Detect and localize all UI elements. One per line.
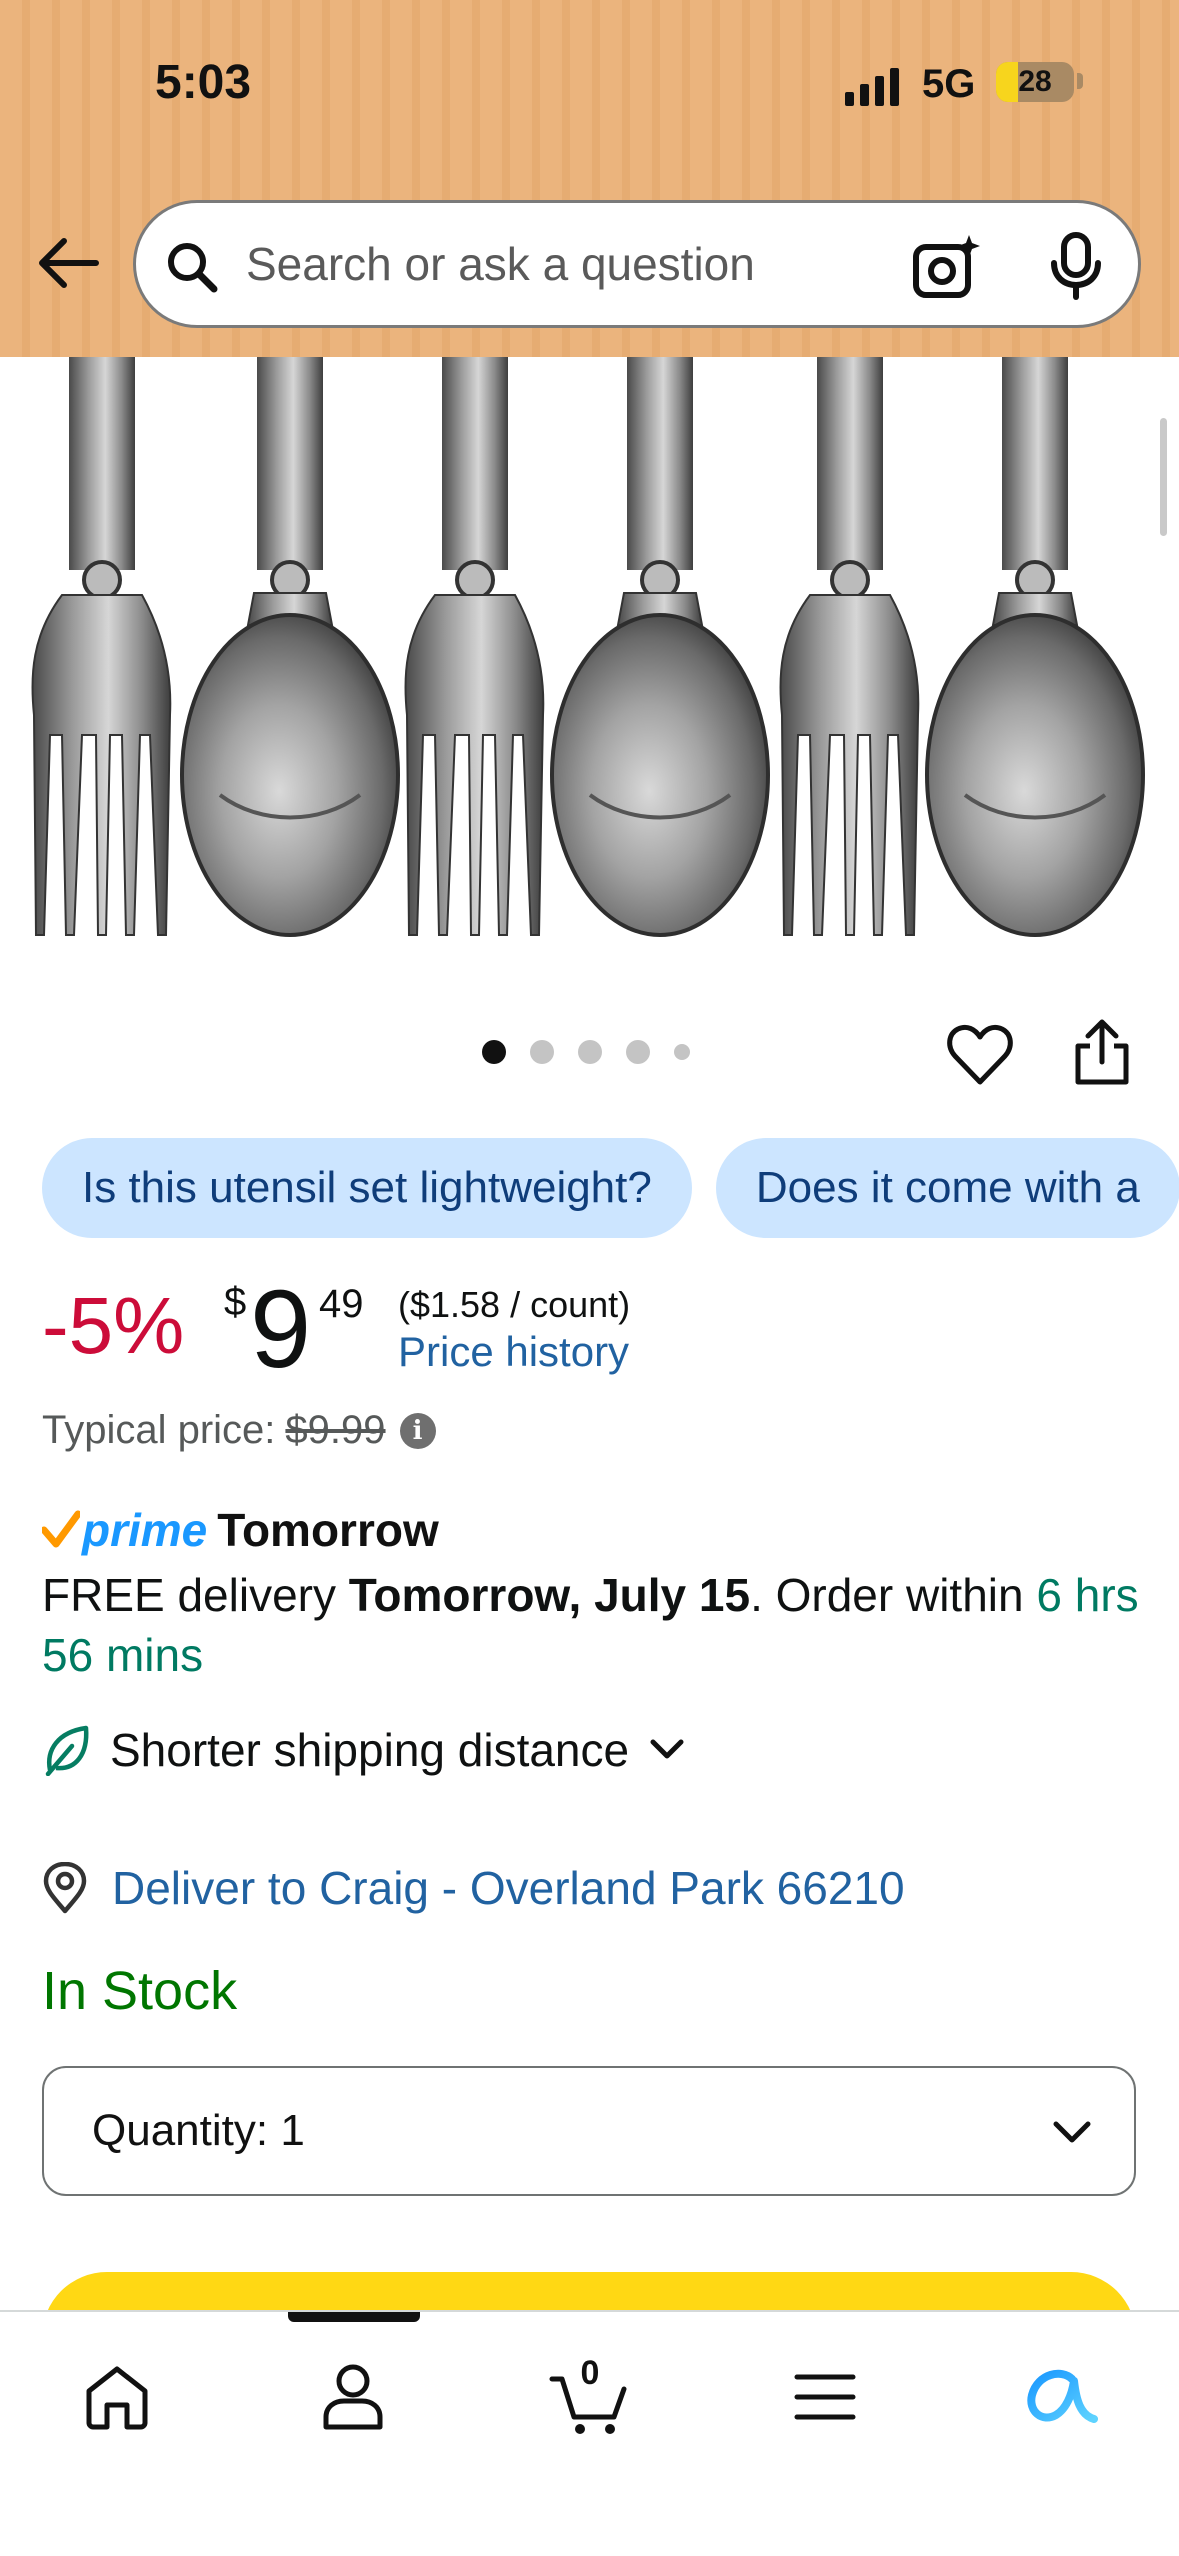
battery-tip [1077, 73, 1083, 89]
scroll-indicator[interactable] [1160, 418, 1167, 536]
status-bar: 5:03 5G 28 [0, 0, 1179, 180]
network-type: 5G [922, 62, 976, 106]
prime-logo: prime [82, 1504, 208, 1556]
question-chips: Is this utensil set lightweight? Does it… [42, 1138, 1179, 1238]
product-image[interactable] [0, 357, 1179, 957]
pagination-dot[interactable] [530, 1040, 554, 1064]
pagination-dot[interactable] [482, 1040, 506, 1064]
deliver-to-label: Deliver to Craig - Overland Park 66210 [112, 1862, 905, 1914]
prime-badge: prime Tomorrow [42, 1500, 439, 1560]
prime-check-icon [42, 1510, 80, 1548]
back-button[interactable] [30, 225, 105, 300]
camera-search-icon[interactable] [911, 233, 981, 303]
location-pin-icon [43, 1862, 87, 1914]
delivery-message: FREE delivery Tomorrow, July 15. Order w… [42, 1565, 1152, 1685]
typical-price: Typical price: $9.99 i [42, 1408, 436, 1453]
nav-menu[interactable] [780, 2352, 870, 2442]
nav-home[interactable] [72, 2352, 162, 2442]
shipping-distance-toggle[interactable]: Shorter shipping distance [42, 1720, 687, 1780]
typical-price-value: $9.99 [285, 1408, 386, 1452]
nav-active-indicator [288, 2312, 420, 2322]
image-pagination[interactable] [482, 1040, 690, 1064]
discount-percent: -5% [42, 1281, 185, 1370]
search-input[interactable] [246, 229, 886, 299]
menu-icon [794, 2374, 856, 2420]
bottom-nav: 0 [0, 2310, 1179, 2556]
cutlery-photo [30, 357, 1145, 937]
pagination-dot[interactable] [626, 1040, 650, 1064]
delivery-prefix: FREE delivery [42, 1569, 349, 1621]
price-currency: $ [224, 1280, 247, 1324]
delivery-date: Tomorrow, July 15 [348, 1569, 751, 1621]
deliver-to-link[interactable]: Deliver to Craig - Overland Park 66210 [42, 1858, 905, 1918]
shipping-distance-label: Shorter shipping distance [110, 1724, 630, 1776]
nav-rufus[interactable] [1015, 2352, 1105, 2442]
quantity-select[interactable]: Quantity: 1 [42, 2066, 1136, 2196]
question-chip[interactable]: Is this utensil set lightweight? [42, 1138, 692, 1238]
quantity-value: 1 [280, 2106, 305, 2155]
stock-status: In Stock [42, 1961, 238, 2021]
leaf-icon [45, 1725, 89, 1776]
pagination-dot[interactable] [578, 1040, 602, 1064]
chevron-down-icon [650, 1739, 684, 1759]
quantity-label: Quantity: 1 [92, 2068, 305, 2194]
rufus-icon [1027, 2369, 1098, 2423]
search-bar[interactable] [133, 200, 1141, 328]
status-time: 5:03 [155, 56, 252, 109]
search-icon [168, 243, 218, 293]
quantity-label-text: Quantity: [92, 2106, 269, 2155]
cart-count: 0 [580, 2354, 600, 2392]
home-icon [86, 2366, 148, 2430]
pagination-dot[interactable] [674, 1044, 690, 1060]
chevron-down-icon [1053, 2121, 1091, 2143]
question-chip[interactable]: Does it come with a [715, 1138, 1179, 1238]
battery-level: 28 [1018, 65, 1052, 98]
app-header: 5:03 5G 28 [0, 0, 1179, 357]
share-icon[interactable] [1070, 1018, 1134, 1088]
battery-icon: 28 [996, 62, 1074, 102]
arrow-left-icon [38, 237, 99, 288]
nav-cart[interactable]: 0 [545, 2352, 635, 2442]
profile-icon [323, 2364, 383, 2430]
microphone-icon[interactable] [1046, 231, 1106, 301]
signal-icon [845, 66, 899, 106]
prime-delivery-day: Tomorrow [217, 1504, 439, 1556]
nav-profile[interactable] [308, 2352, 398, 2442]
info-icon[interactable]: i [399, 1412, 436, 1449]
price-history-link[interactable]: Price history [398, 1328, 629, 1376]
delivery-middle: . Order within [750, 1569, 1037, 1621]
price-fraction: 49 [319, 1282, 364, 1326]
typical-price-label: Typical price: [42, 1408, 276, 1452]
unit-price: ($1.58 / count) [398, 1284, 631, 1325]
price-whole: 9 [250, 1268, 312, 1391]
heart-icon[interactable] [945, 1020, 1015, 1090]
